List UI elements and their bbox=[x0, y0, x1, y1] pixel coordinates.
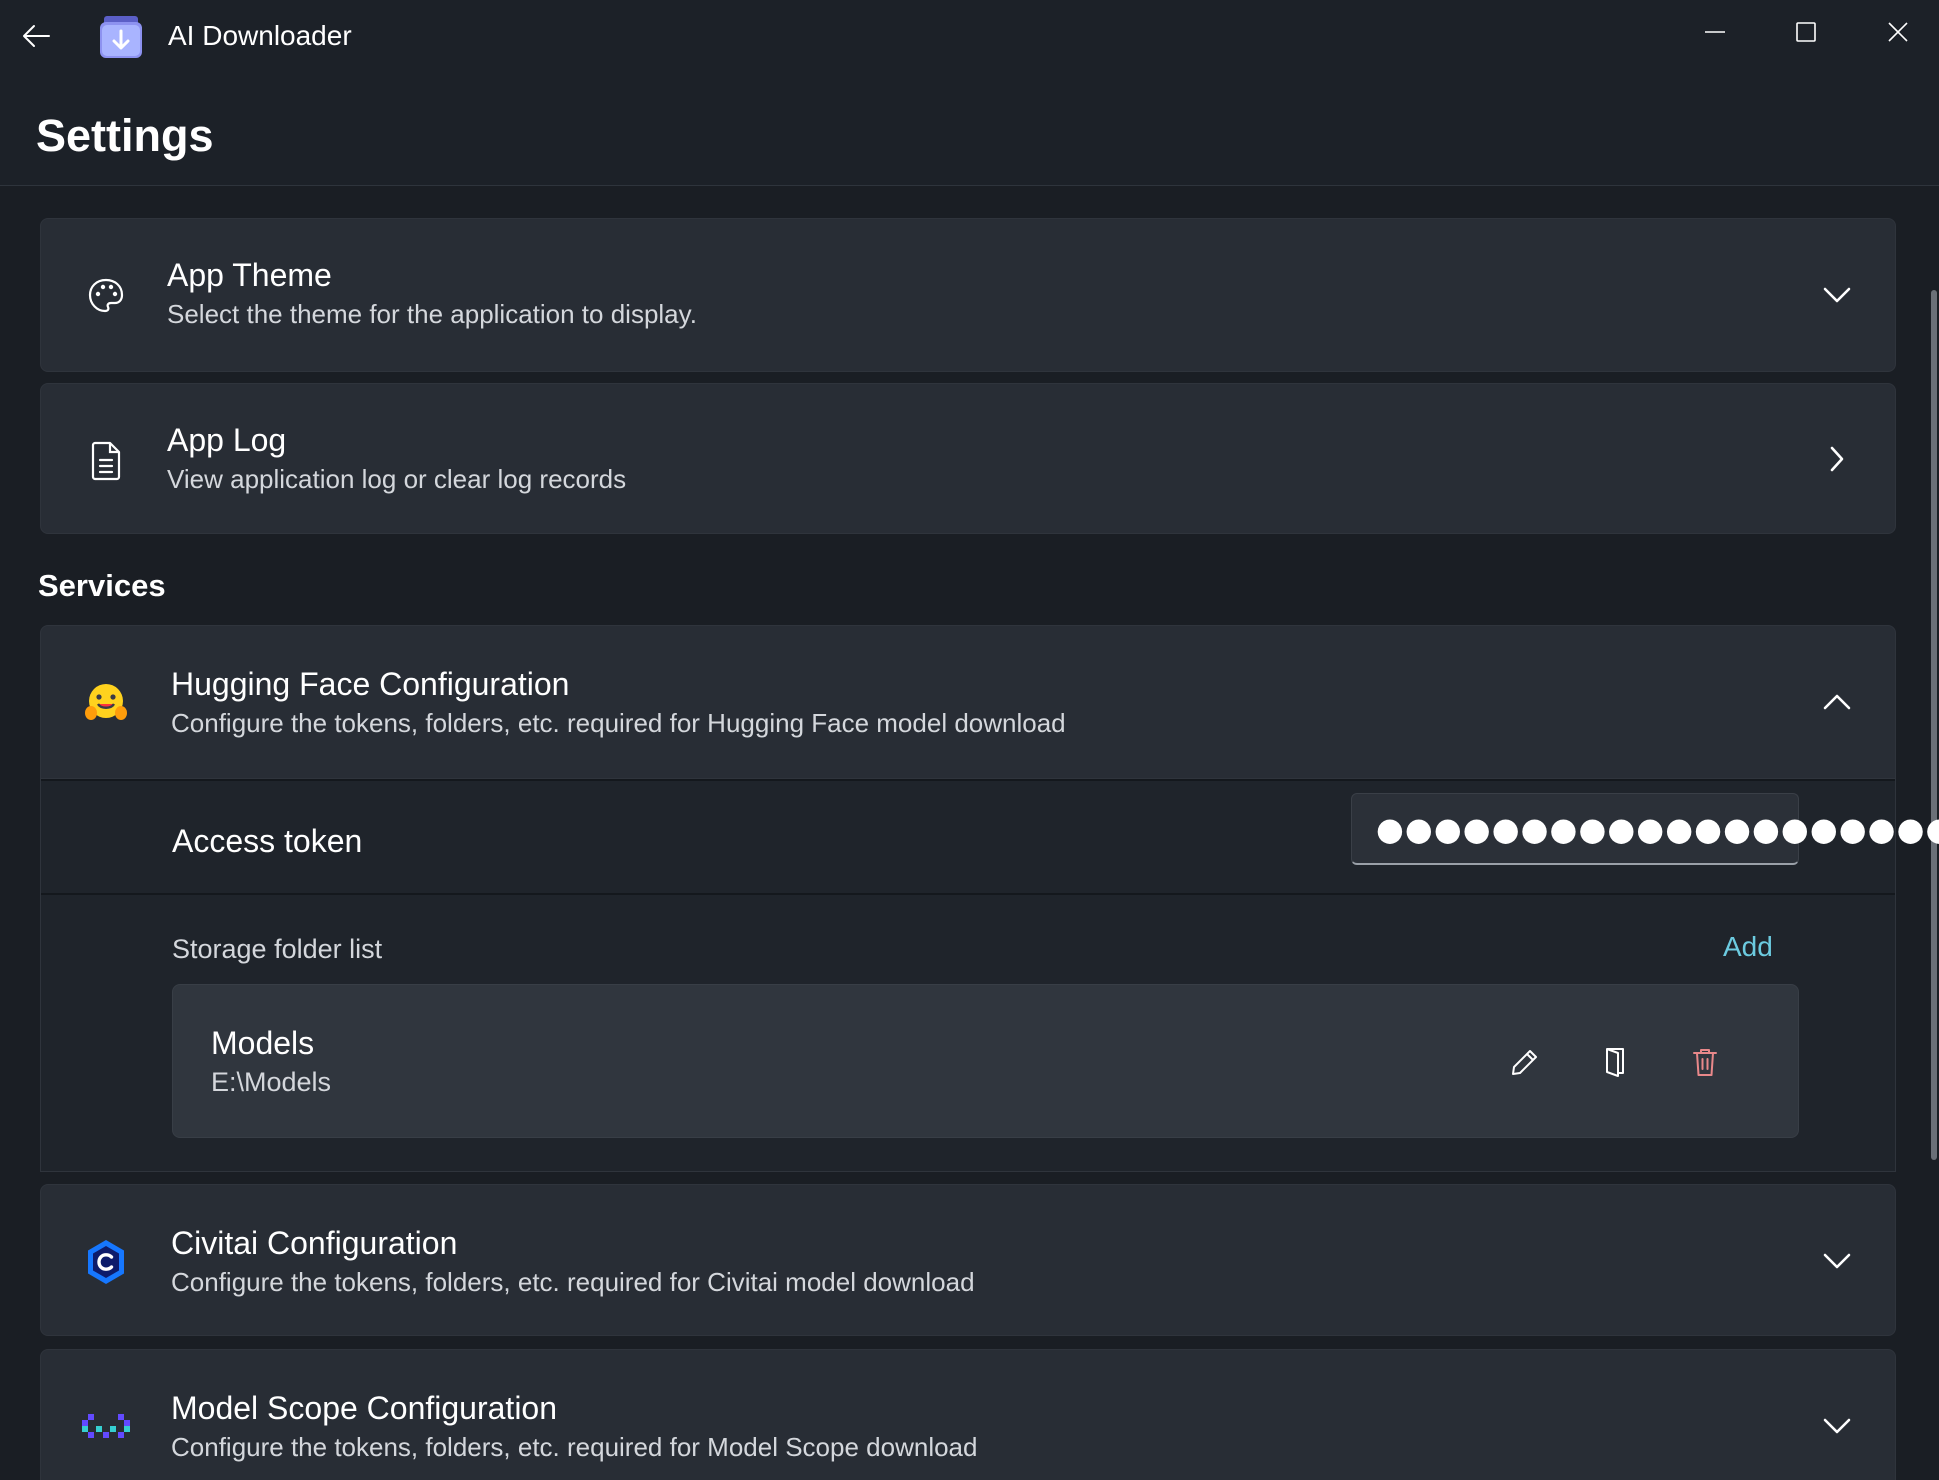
chevron-down-icon[interactable] bbox=[1815, 1404, 1859, 1448]
hugging-face-logo bbox=[81, 678, 131, 728]
hugging-face-description: Configure the tokens, folders, etc. requ… bbox=[171, 708, 1066, 738]
model-scope-description: Configure the tokens, folders, etc. requ… bbox=[171, 1432, 978, 1462]
title-bar: AI Downloader bbox=[0, 0, 1939, 70]
civitai-description: Configure the tokens, folders, etc. requ… bbox=[171, 1267, 975, 1297]
folder-path: E:\Models bbox=[211, 1067, 332, 1097]
minimize-icon bbox=[1705, 31, 1725, 33]
model-scope-title: Model Scope Configuration bbox=[171, 1390, 558, 1426]
document-icon bbox=[81, 436, 131, 486]
model-scope-card[interactable]: Model Scope Configuration Configure the … bbox=[40, 1349, 1896, 1480]
close-button[interactable] bbox=[1868, 10, 1928, 54]
app-log-description: View application log or clear log record… bbox=[167, 464, 627, 494]
model-scope-logo bbox=[81, 1402, 131, 1452]
folder-name: Models bbox=[211, 1025, 315, 1061]
civitai-card[interactable]: Civitai Configuration Configure the toke… bbox=[40, 1184, 1896, 1336]
app-log-title: App Log bbox=[167, 422, 287, 458]
access-token-input[interactable]: ●●●●●●●●●●●●●●●●●●●● bbox=[1351, 793, 1939, 865]
hugging-face-settings-panel: Access token ●●●●●●●●●●●●●●●●●●●● Storag… bbox=[40, 779, 1939, 1171]
open-door-icon bbox=[1606, 1048, 1624, 1077]
app-theme-description: Select the theme for the application to … bbox=[167, 299, 697, 329]
arrow-left-icon bbox=[23, 25, 50, 47]
storage-folder-list-label: Storage folder list bbox=[172, 934, 383, 964]
close-icon bbox=[1888, 22, 1908, 42]
civitai-title: Civitai Configuration bbox=[171, 1225, 458, 1261]
maximize-icon bbox=[1796, 22, 1816, 42]
back-button[interactable] bbox=[14, 14, 58, 58]
app-theme-card[interactable]: App Theme Select the theme for the appli… bbox=[40, 218, 1896, 372]
edit-folder-button[interactable] bbox=[1501, 1038, 1549, 1086]
access-token-label: Access token bbox=[172, 823, 363, 859]
pencil-icon bbox=[1512, 1050, 1537, 1075]
maximize-button[interactable] bbox=[1776, 10, 1836, 54]
app-theme-title: App Theme bbox=[167, 257, 332, 293]
app-logo-icon bbox=[98, 14, 144, 60]
add-folder-button[interactable]: Add bbox=[1723, 929, 1773, 965]
civitai-logo bbox=[81, 1237, 131, 1287]
hugging-face-title: Hugging Face Configuration bbox=[171, 666, 570, 702]
palette-icon bbox=[81, 271, 131, 321]
divider bbox=[40, 1171, 1896, 1172]
page-header: Settings bbox=[0, 70, 1939, 186]
services-section-title: Services bbox=[38, 568, 166, 603]
storage-folder-item: Models E:\Models bbox=[172, 984, 1799, 1138]
page-title: Settings bbox=[36, 110, 214, 161]
minimize-button[interactable] bbox=[1685, 10, 1745, 54]
app-title: AI Downloader bbox=[168, 20, 352, 51]
chevron-right-icon[interactable] bbox=[1815, 437, 1859, 481]
divider bbox=[41, 779, 1895, 781]
trash-icon bbox=[1693, 1049, 1717, 1076]
chevron-down-icon[interactable] bbox=[1815, 273, 1859, 317]
divider bbox=[41, 893, 1895, 895]
app-log-card[interactable]: App Log View application log or clear lo… bbox=[40, 383, 1896, 534]
scrollbar-thumb[interactable] bbox=[1931, 290, 1937, 1160]
chevron-down-icon[interactable] bbox=[1815, 1239, 1859, 1283]
chevron-up-icon[interactable] bbox=[1815, 680, 1859, 724]
hugging-face-card[interactable]: Hugging Face Configuration Configure the… bbox=[40, 625, 1896, 779]
settings-content[interactable]: App Theme Select the theme for the appli… bbox=[0, 186, 1939, 1480]
open-folder-button[interactable] bbox=[1591, 1038, 1639, 1086]
delete-folder-button[interactable] bbox=[1681, 1038, 1729, 1086]
